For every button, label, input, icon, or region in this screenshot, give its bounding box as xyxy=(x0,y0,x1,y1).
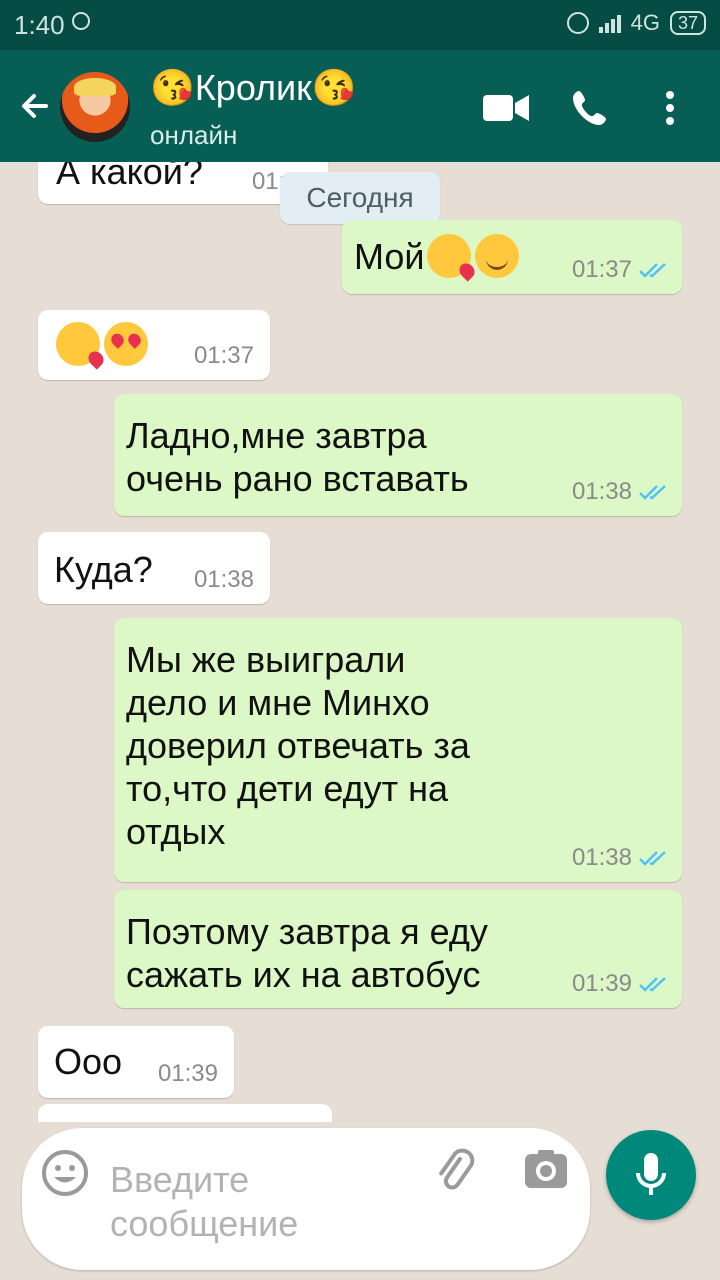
chat-header: 😘Кролик😘 онлайн xyxy=(0,50,720,162)
message-text: Куда? xyxy=(54,549,153,590)
attach-icon[interactable] xyxy=(432,1148,478,1194)
status-time: 1:40 xyxy=(14,10,65,40)
contact-avatar[interactable] xyxy=(60,72,130,142)
status-right: 4G 37 xyxy=(566,10,706,36)
message-time: 01:38 xyxy=(193,566,254,593)
message-bubble-out[interactable]: Ладно,мне завтра очень рано вставать 01:… xyxy=(114,394,682,516)
kiss-emoji-icon xyxy=(56,322,100,366)
date-chip: Сегодня xyxy=(280,172,440,224)
mic-icon xyxy=(636,1153,666,1195)
emoji-icon[interactable] xyxy=(40,1148,90,1198)
message-bubble-in[interactable]: Куда? 01:38 xyxy=(38,532,270,604)
mic-button[interactable] xyxy=(606,1130,696,1220)
message-time: 01:39 xyxy=(157,1060,218,1087)
smile-emoji-icon xyxy=(474,234,519,278)
read-ticks-icon xyxy=(639,851,666,866)
camera-icon[interactable] xyxy=(522,1148,570,1192)
message-bubble-out[interactable]: Мой 01:37 xyxy=(342,220,682,294)
message-input[interactable]: Введите сообщение xyxy=(110,1158,298,1246)
back-arrow-icon[interactable] xyxy=(16,86,56,126)
chat-area[interactable]: А какой? 01:37 Сегодня Мой 01:37 01:37 Л… xyxy=(0,162,720,1122)
phone-icon[interactable] xyxy=(566,84,614,132)
video-call-icon[interactable] xyxy=(482,84,530,132)
read-ticks-icon xyxy=(639,263,666,278)
message-composer: Введите сообщение xyxy=(22,1128,590,1270)
message-bubble-in[interactable]: Ооо 01:39 xyxy=(38,1026,234,1098)
network-label: 4G xyxy=(630,10,660,35)
contact-status: онлайн xyxy=(150,120,238,150)
read-ticks-icon xyxy=(639,977,666,992)
status-bar: 1:40 4G 37 xyxy=(0,0,720,50)
message-text: Ладно,мне завтра очень рано вставать xyxy=(126,415,469,499)
message-bubble-in[interactable]: 01:37 xyxy=(38,310,270,380)
notification-icon xyxy=(72,12,90,30)
signal-icon xyxy=(598,13,621,33)
message-time: 01:37 xyxy=(193,342,254,369)
battery-icon: 37 xyxy=(669,11,706,35)
message-text: А какой? xyxy=(56,162,203,192)
contact-name[interactable]: 😘Кролик😘 xyxy=(150,68,357,108)
read-ticks-icon xyxy=(639,485,666,500)
message-text: Мой xyxy=(354,235,425,277)
message-time: 01:39 xyxy=(571,970,632,997)
message-time: 01:38 xyxy=(571,844,632,871)
message-time: 01:38 xyxy=(571,478,632,505)
kiss-emoji-icon xyxy=(426,234,471,278)
message-bubble-in-partial[interactable] xyxy=(38,1104,332,1122)
message-time: 01:37 xyxy=(571,256,632,283)
more-icon[interactable] xyxy=(646,84,694,132)
message-bubble-out[interactable]: Поэтому завтра я еду сажать их на автобу… xyxy=(114,890,682,1008)
message-text: Поэтому завтра я еду сажать их на автобу… xyxy=(126,911,488,995)
message-text: Мы же выиграли дело и мне Минхо доверил … xyxy=(126,639,470,852)
alarm-icon xyxy=(566,12,589,34)
message-text: Ооо xyxy=(54,1041,123,1082)
message-bubble-out[interactable]: Мы же выиграли дело и мне Минхо доверил … xyxy=(114,618,682,882)
heart-eyes-emoji-icon xyxy=(104,322,148,366)
